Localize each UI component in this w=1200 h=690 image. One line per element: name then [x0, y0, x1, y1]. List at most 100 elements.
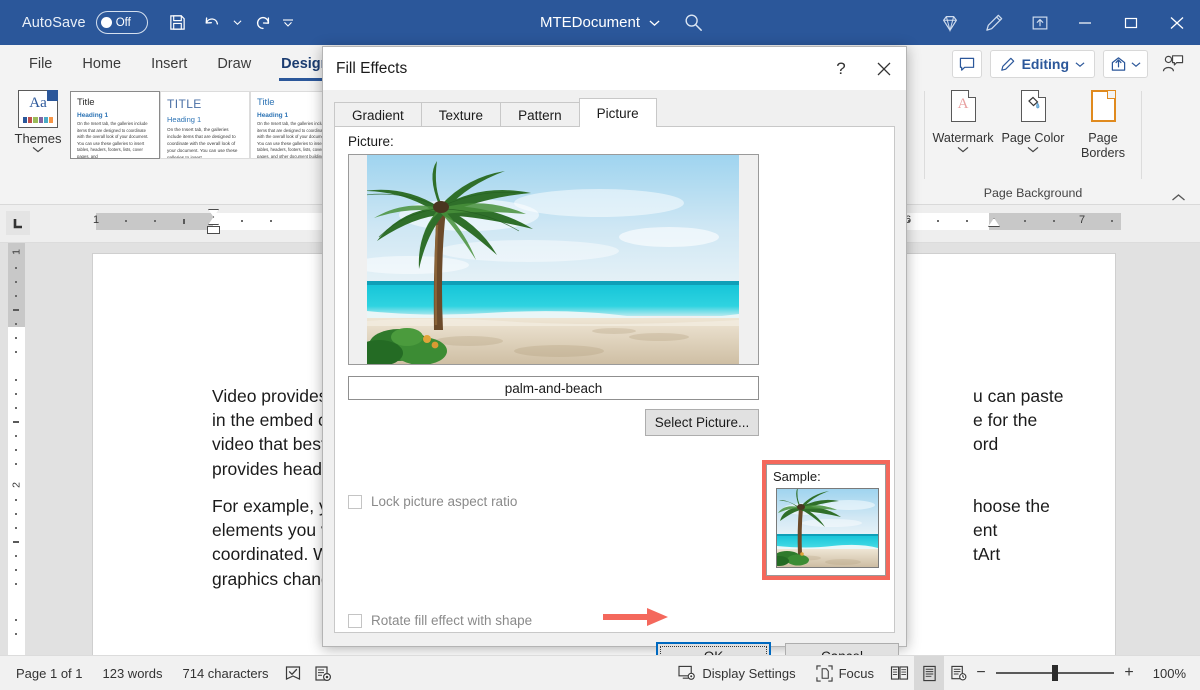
checkbox-box: [348, 495, 362, 509]
dialog-tab-picture[interactable]: Picture: [579, 98, 657, 127]
left-tab-stop-icon[interactable]: [6, 211, 30, 235]
vertical-ruler[interactable]: 1 2: [8, 243, 25, 655]
theme-gallery: Title Heading 1 On the Insert tab, the g…: [70, 91, 340, 159]
share-button[interactable]: [1103, 50, 1148, 78]
page-background-group: A Watermark Page Color: [924, 85, 1142, 203]
annotation-arrow-icon: [603, 607, 669, 627]
ribbon-right-controls: Editing: [952, 45, 1190, 83]
rotate-fill-checkbox[interactable]: Rotate fill effect with shape: [348, 613, 532, 628]
zoom-level[interactable]: 100%: [1144, 666, 1186, 681]
dialog-tab-texture[interactable]: Texture: [421, 102, 501, 127]
chevron-down-icon: [1131, 61, 1141, 68]
proofing-check-icon[interactable]: [278, 656, 308, 690]
zoom-control[interactable]: − + 100%: [974, 664, 1200, 682]
redo-icon[interactable]: [247, 7, 279, 39]
autosave-control[interactable]: AutoSave Off: [22, 11, 148, 34]
page-info[interactable]: Page 1 of 1: [0, 656, 93, 690]
zoom-in-button[interactable]: +: [1122, 664, 1136, 682]
sample-preview-box: Sample:: [766, 464, 886, 576]
read-mode-icon[interactable]: [884, 656, 914, 690]
page-borders-icon: [1085, 89, 1121, 129]
save-icon[interactable]: [162, 7, 194, 39]
tab-home[interactable]: Home: [67, 45, 136, 83]
theme-card[interactable]: TITLE Heading 1 On the Insert tab, the g…: [160, 91, 250, 159]
dialog-close-icon[interactable]: [861, 47, 906, 90]
theme-card[interactable]: Title Heading 1 On the Insert tab, the g…: [70, 91, 160, 159]
checkbox-box: [348, 614, 362, 628]
minimize-icon[interactable]: [1062, 0, 1108, 45]
status-bar: Page 1 of 1 123 words 714 characters Dis…: [0, 655, 1200, 690]
word-count[interactable]: 123 words: [93, 656, 173, 690]
theme-card-body: On the Insert tab, the galleries include…: [77, 121, 153, 159]
watermark-label: Watermark: [932, 131, 993, 146]
tab-file[interactable]: File: [14, 45, 67, 83]
page-color-label: Page Color: [1001, 131, 1064, 146]
picture-preview[interactable]: [348, 154, 759, 365]
page-borders-button[interactable]: Page Borders: [1070, 89, 1136, 160]
focus-button[interactable]: Focus: [806, 656, 884, 690]
close-icon[interactable]: [1154, 0, 1200, 45]
title-bar: AutoSave Off MTEDoc: [0, 0, 1200, 45]
diamond-icon[interactable]: [927, 0, 972, 45]
document-title: MTEDocument: [540, 14, 640, 31]
autosave-state: Off: [116, 17, 131, 29]
chevron-down-icon[interactable]: [957, 146, 969, 153]
theme-card-title: TITLE: [167, 97, 243, 111]
char-count[interactable]: 714 characters: [172, 656, 278, 690]
undo-icon[interactable]: [196, 7, 228, 39]
autosave-label: AutoSave: [22, 15, 86, 31]
person-comment-icon[interactable]: [1156, 49, 1190, 79]
pen-icon[interactable]: [972, 0, 1017, 45]
zoom-slider-thumb[interactable]: [1052, 665, 1058, 681]
theme-card-heading: Heading 1: [167, 115, 243, 124]
web-layout-icon[interactable]: [944, 656, 974, 690]
undo-dropdown-icon[interactable]: [230, 7, 245, 39]
tab-draw[interactable]: Draw: [202, 45, 266, 83]
qat-more-icon[interactable]: [281, 7, 296, 39]
fill-effects-dialog[interactable]: Fill Effects ? Gradient Texture Pattern …: [322, 46, 907, 647]
themes-icon-swatches: [23, 117, 53, 123]
accessibility-icon[interactable]: [308, 656, 338, 690]
sample-label: Sample:: [773, 469, 821, 484]
chevron-up-icon[interactable]: [1171, 193, 1186, 202]
page-color-button[interactable]: Page Color: [1000, 89, 1066, 153]
focus-icon: [816, 665, 833, 682]
pencil-icon: [1000, 56, 1016, 72]
watermark-button[interactable]: A Watermark: [930, 89, 996, 153]
zoom-out-button[interactable]: −: [974, 664, 988, 682]
document-title-caret-icon[interactable]: [649, 19, 660, 27]
lock-aspect-ratio-label: Lock picture aspect ratio: [371, 494, 517, 509]
zoom-slider[interactable]: [996, 672, 1114, 674]
search-icon[interactable]: [676, 6, 710, 38]
vertical-ruler-number: 2: [11, 477, 23, 494]
dialog-tab-strip: Gradient Texture Pattern Picture: [334, 101, 895, 127]
paragraph-left-2: For example, y elements you v coordinate…: [212, 494, 331, 591]
display-settings-button[interactable]: Display Settings: [668, 656, 805, 690]
left-indent-marker[interactable]: [207, 226, 220, 234]
dialog-tab-pattern[interactable]: Pattern: [500, 102, 580, 127]
maximize-icon[interactable]: [1108, 0, 1154, 45]
picture-name-field[interactable]: palm-and-beach: [348, 376, 759, 400]
paragraph-right-2: hoose the ent tArt: [973, 494, 1093, 567]
chevron-down-icon[interactable]: [1027, 146, 1039, 153]
lock-aspect-ratio-checkbox[interactable]: Lock picture aspect ratio: [348, 494, 517, 509]
ruler-number: 1: [93, 214, 99, 226]
tab-insert[interactable]: Insert: [136, 45, 202, 83]
present-icon[interactable]: [1017, 0, 1062, 45]
word-window: AutoSave Off MTEDoc: [0, 0, 1200, 690]
chevron-down-icon: [1075, 61, 1085, 68]
select-picture-button[interactable]: Select Picture...: [645, 409, 759, 436]
themes-button[interactable]: Aa Themes: [8, 87, 68, 187]
comment-icon: [959, 57, 975, 72]
share-icon: [1110, 56, 1127, 72]
document-title-button[interactable]: MTEDocument: [540, 14, 660, 31]
chevron-down-icon[interactable]: [32, 146, 44, 153]
dialog-help-button[interactable]: ?: [821, 47, 861, 90]
autosave-toggle[interactable]: Off: [96, 11, 148, 34]
beach-photo: [349, 155, 758, 364]
ruler-margin-shade: [989, 213, 1121, 230]
comments-button[interactable]: [952, 50, 982, 78]
editing-mode-button[interactable]: Editing: [990, 50, 1095, 78]
print-layout-icon[interactable]: [914, 656, 944, 690]
dialog-tab-gradient[interactable]: Gradient: [334, 102, 422, 127]
